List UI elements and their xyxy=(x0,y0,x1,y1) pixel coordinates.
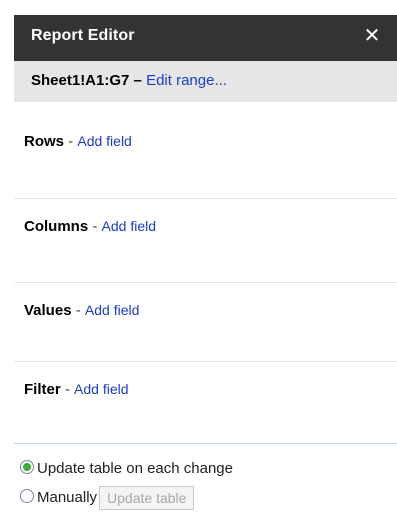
values-section: Values - Add field xyxy=(14,284,397,344)
divider xyxy=(14,282,397,283)
divider xyxy=(14,361,397,362)
section-label-values: Values xyxy=(24,302,72,319)
update-auto-option[interactable]: Update table on each change xyxy=(20,460,233,477)
add-field-values-link[interactable]: Add field xyxy=(85,302,139,318)
options-divider xyxy=(14,443,397,444)
report-editor-header: Report Editor ✕ xyxy=(14,15,397,61)
divider xyxy=(14,198,397,199)
section-label-rows: Rows xyxy=(24,133,65,150)
range-separator: – xyxy=(129,72,147,89)
update-manual-radio[interactable] xyxy=(20,488,34,503)
filter-section: Filter - Add field xyxy=(14,363,397,423)
update-table-button[interactable]: Update table xyxy=(99,486,195,510)
section-separator: - xyxy=(60,381,75,398)
add-field-rows-link[interactable]: Add field xyxy=(77,133,131,149)
columns-section: Columns - Add field xyxy=(14,200,397,260)
range-bar: Sheet1!A1:G7 – Edit range... xyxy=(14,61,397,102)
update-auto-label: Update table on each change xyxy=(37,460,233,477)
update-manual-option[interactable]: Manually Update table xyxy=(20,486,195,510)
close-icon[interactable]: ✕ xyxy=(361,23,383,49)
section-separator: - xyxy=(64,133,78,150)
add-field-filter-link[interactable]: Add field xyxy=(74,381,128,397)
update-auto-radio[interactable] xyxy=(20,460,34,474)
section-separator: - xyxy=(88,218,102,235)
section-label-filter: Filter xyxy=(24,381,61,398)
section-separator: - xyxy=(71,302,85,319)
update-manual-label: Manually xyxy=(37,488,98,506)
panel-title: Report Editor xyxy=(31,27,135,44)
edit-range-link[interactable]: Edit range... xyxy=(146,72,227,89)
rows-section: Rows - Add field xyxy=(14,115,397,175)
section-label-columns: Columns xyxy=(24,218,89,235)
add-field-columns-link[interactable]: Add field xyxy=(102,218,156,234)
range-value: Sheet1!A1:G7 xyxy=(31,72,130,89)
